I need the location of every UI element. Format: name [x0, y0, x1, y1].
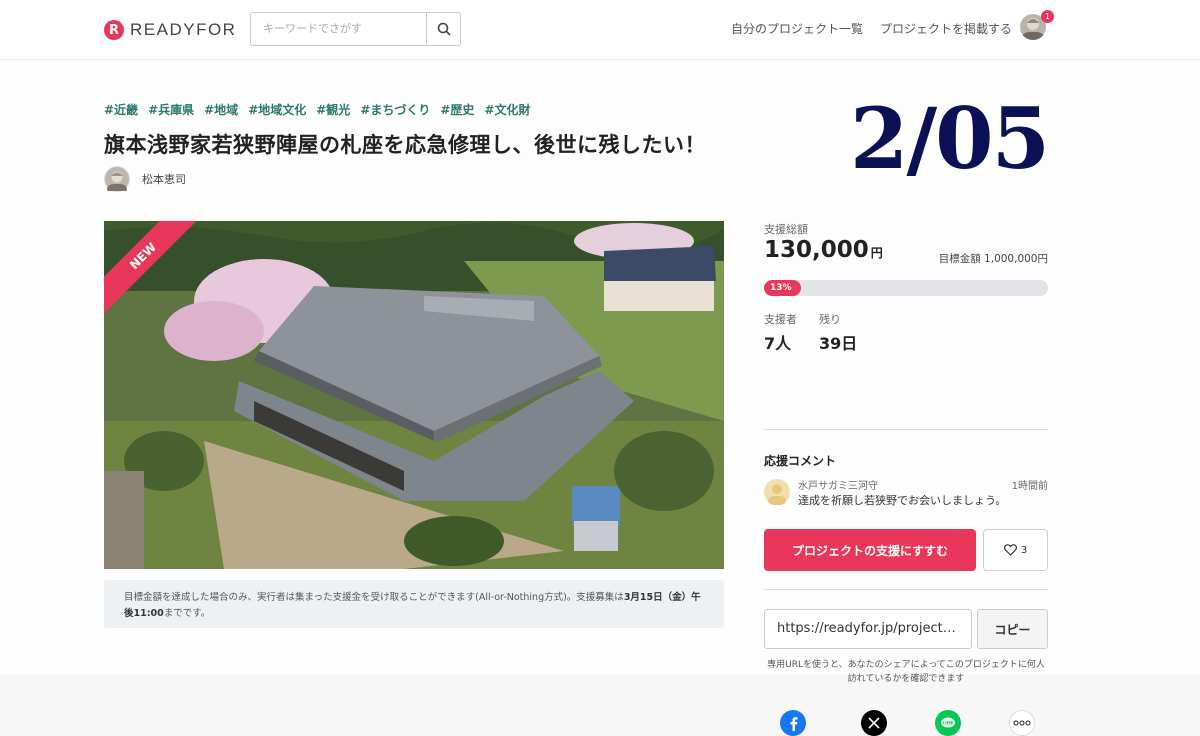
tag-link[interactable]: #歴史: [440, 101, 474, 118]
funding-notice: 目標金額を達成した場合のみ、実行者は集まった支援金を受け取ることができます(Al…: [104, 580, 724, 628]
tag-link[interactable]: #文化財: [484, 101, 530, 118]
project-hero-image: NEW: [104, 221, 724, 569]
commenter-name: 水戸サガミ三河守: [798, 481, 878, 492]
share-note: 専用URLを使うと、あなたのシェアによってこのプロジェクトに何人訪れているかを確…: [767, 660, 1045, 684]
share-url-field[interactable]: https://readyfor.jp/projects/...: [764, 609, 972, 649]
tag-list: #近畿 #兵庫県 #地域 #地域文化 #観光 #まちづくり #歴史 #文化財: [104, 101, 531, 118]
divider: [764, 589, 1048, 590]
owner-avatar: [104, 166, 130, 194]
supporters-value: 7人: [764, 334, 792, 353]
tag-link[interactable]: #まちづくり: [360, 101, 430, 118]
notification-badge: 1: [1041, 10, 1054, 23]
logo-mark-icon: R: [104, 20, 124, 40]
heart-icon: [1003, 544, 1017, 556]
remaining-value: 39日: [819, 334, 858, 353]
comments-heading: 応援コメント: [764, 454, 837, 468]
site-header: R READYFOR 自分のプロジェクト一覧 プロジェクトを掲載する 1: [0, 0, 1200, 60]
search-input[interactable]: [251, 13, 426, 45]
total-unit: 円: [870, 246, 883, 260]
goal-value: 1,000,000円: [984, 253, 1048, 265]
tag-link[interactable]: #観光: [316, 101, 350, 118]
svg-text:LINE: LINE: [942, 721, 953, 727]
search-button[interactable]: [426, 13, 460, 45]
comment-text: 達成を祈願し若狭野でお会いしましょう。: [798, 494, 1007, 507]
search-icon: [437, 22, 451, 36]
goal-label: 目標金額: [938, 253, 981, 265]
remaining-label: 残り: [819, 313, 841, 326]
nav-my-projects[interactable]: 自分のプロジェクト一覧: [731, 20, 863, 37]
progress-bar: 13%: [764, 280, 1048, 296]
like-button[interactable]: 3: [983, 529, 1048, 571]
logo-text: READYFOR: [130, 20, 237, 39]
like-count: 3: [1020, 544, 1028, 556]
tag-link[interactable]: #地域文化: [248, 101, 306, 118]
nav-post-project[interactable]: プロジェクトを掲載する: [880, 20, 1012, 37]
tag-link[interactable]: #兵庫県: [148, 101, 194, 118]
divider: [764, 429, 1048, 430]
tag-link[interactable]: #地域: [204, 101, 238, 118]
user-menu[interactable]: 1: [1020, 10, 1054, 42]
note-icon[interactable]: [1009, 710, 1035, 736]
support-project-button[interactable]: プロジェクトの支援にすすむ: [764, 529, 976, 571]
project-owner[interactable]: 松本恵司: [104, 166, 186, 194]
remaining-stat: 残り 39日: [819, 311, 857, 354]
notice-text-end: までです。: [163, 608, 211, 619]
line-icon[interactable]: LINE: [935, 710, 961, 736]
x-icon[interactable]: [861, 710, 887, 736]
date-overlay: 2/05: [850, 89, 1050, 188]
supporters-label: 支援者: [764, 313, 797, 326]
funding-sidebar: 支援総額 130,000 円 目標金額 1,000,000円 13% 支援者 7人…: [764, 221, 1048, 736]
total-value: 130,000: [764, 237, 869, 263]
project-title: 旗本浅野家若狭野陣屋の札座を応急修理し、後世に残したい！: [104, 133, 706, 157]
facebook-icon[interactable]: [780, 710, 806, 736]
progress-fill: 13%: [764, 280, 801, 296]
house-photo: [104, 221, 724, 569]
project-page: #近畿 #兵庫県 #地域 #地域文化 #観光 #まちづくり #歴史 #文化財 旗…: [0, 61, 1200, 736]
supporters-stat: 支援者 7人: [764, 311, 797, 354]
search-box: [250, 12, 461, 46]
copy-url-button[interactable]: コピー: [977, 609, 1048, 649]
comment-time: 1時間前: [1011, 481, 1048, 492]
readyfor-logo[interactable]: R READYFOR: [104, 20, 236, 40]
notice-text: 目標金額を達成した場合のみ、実行者は集まった支援金を受け取ることができます(Al…: [124, 592, 624, 603]
total-label: 支援総額: [764, 223, 808, 236]
commenter-avatar: [764, 479, 790, 505]
tag-link[interactable]: #近畿: [104, 101, 138, 118]
goal-amount: 目標金額 1,000,000円: [939, 251, 1048, 266]
owner-name: 松本恵司: [142, 173, 186, 186]
